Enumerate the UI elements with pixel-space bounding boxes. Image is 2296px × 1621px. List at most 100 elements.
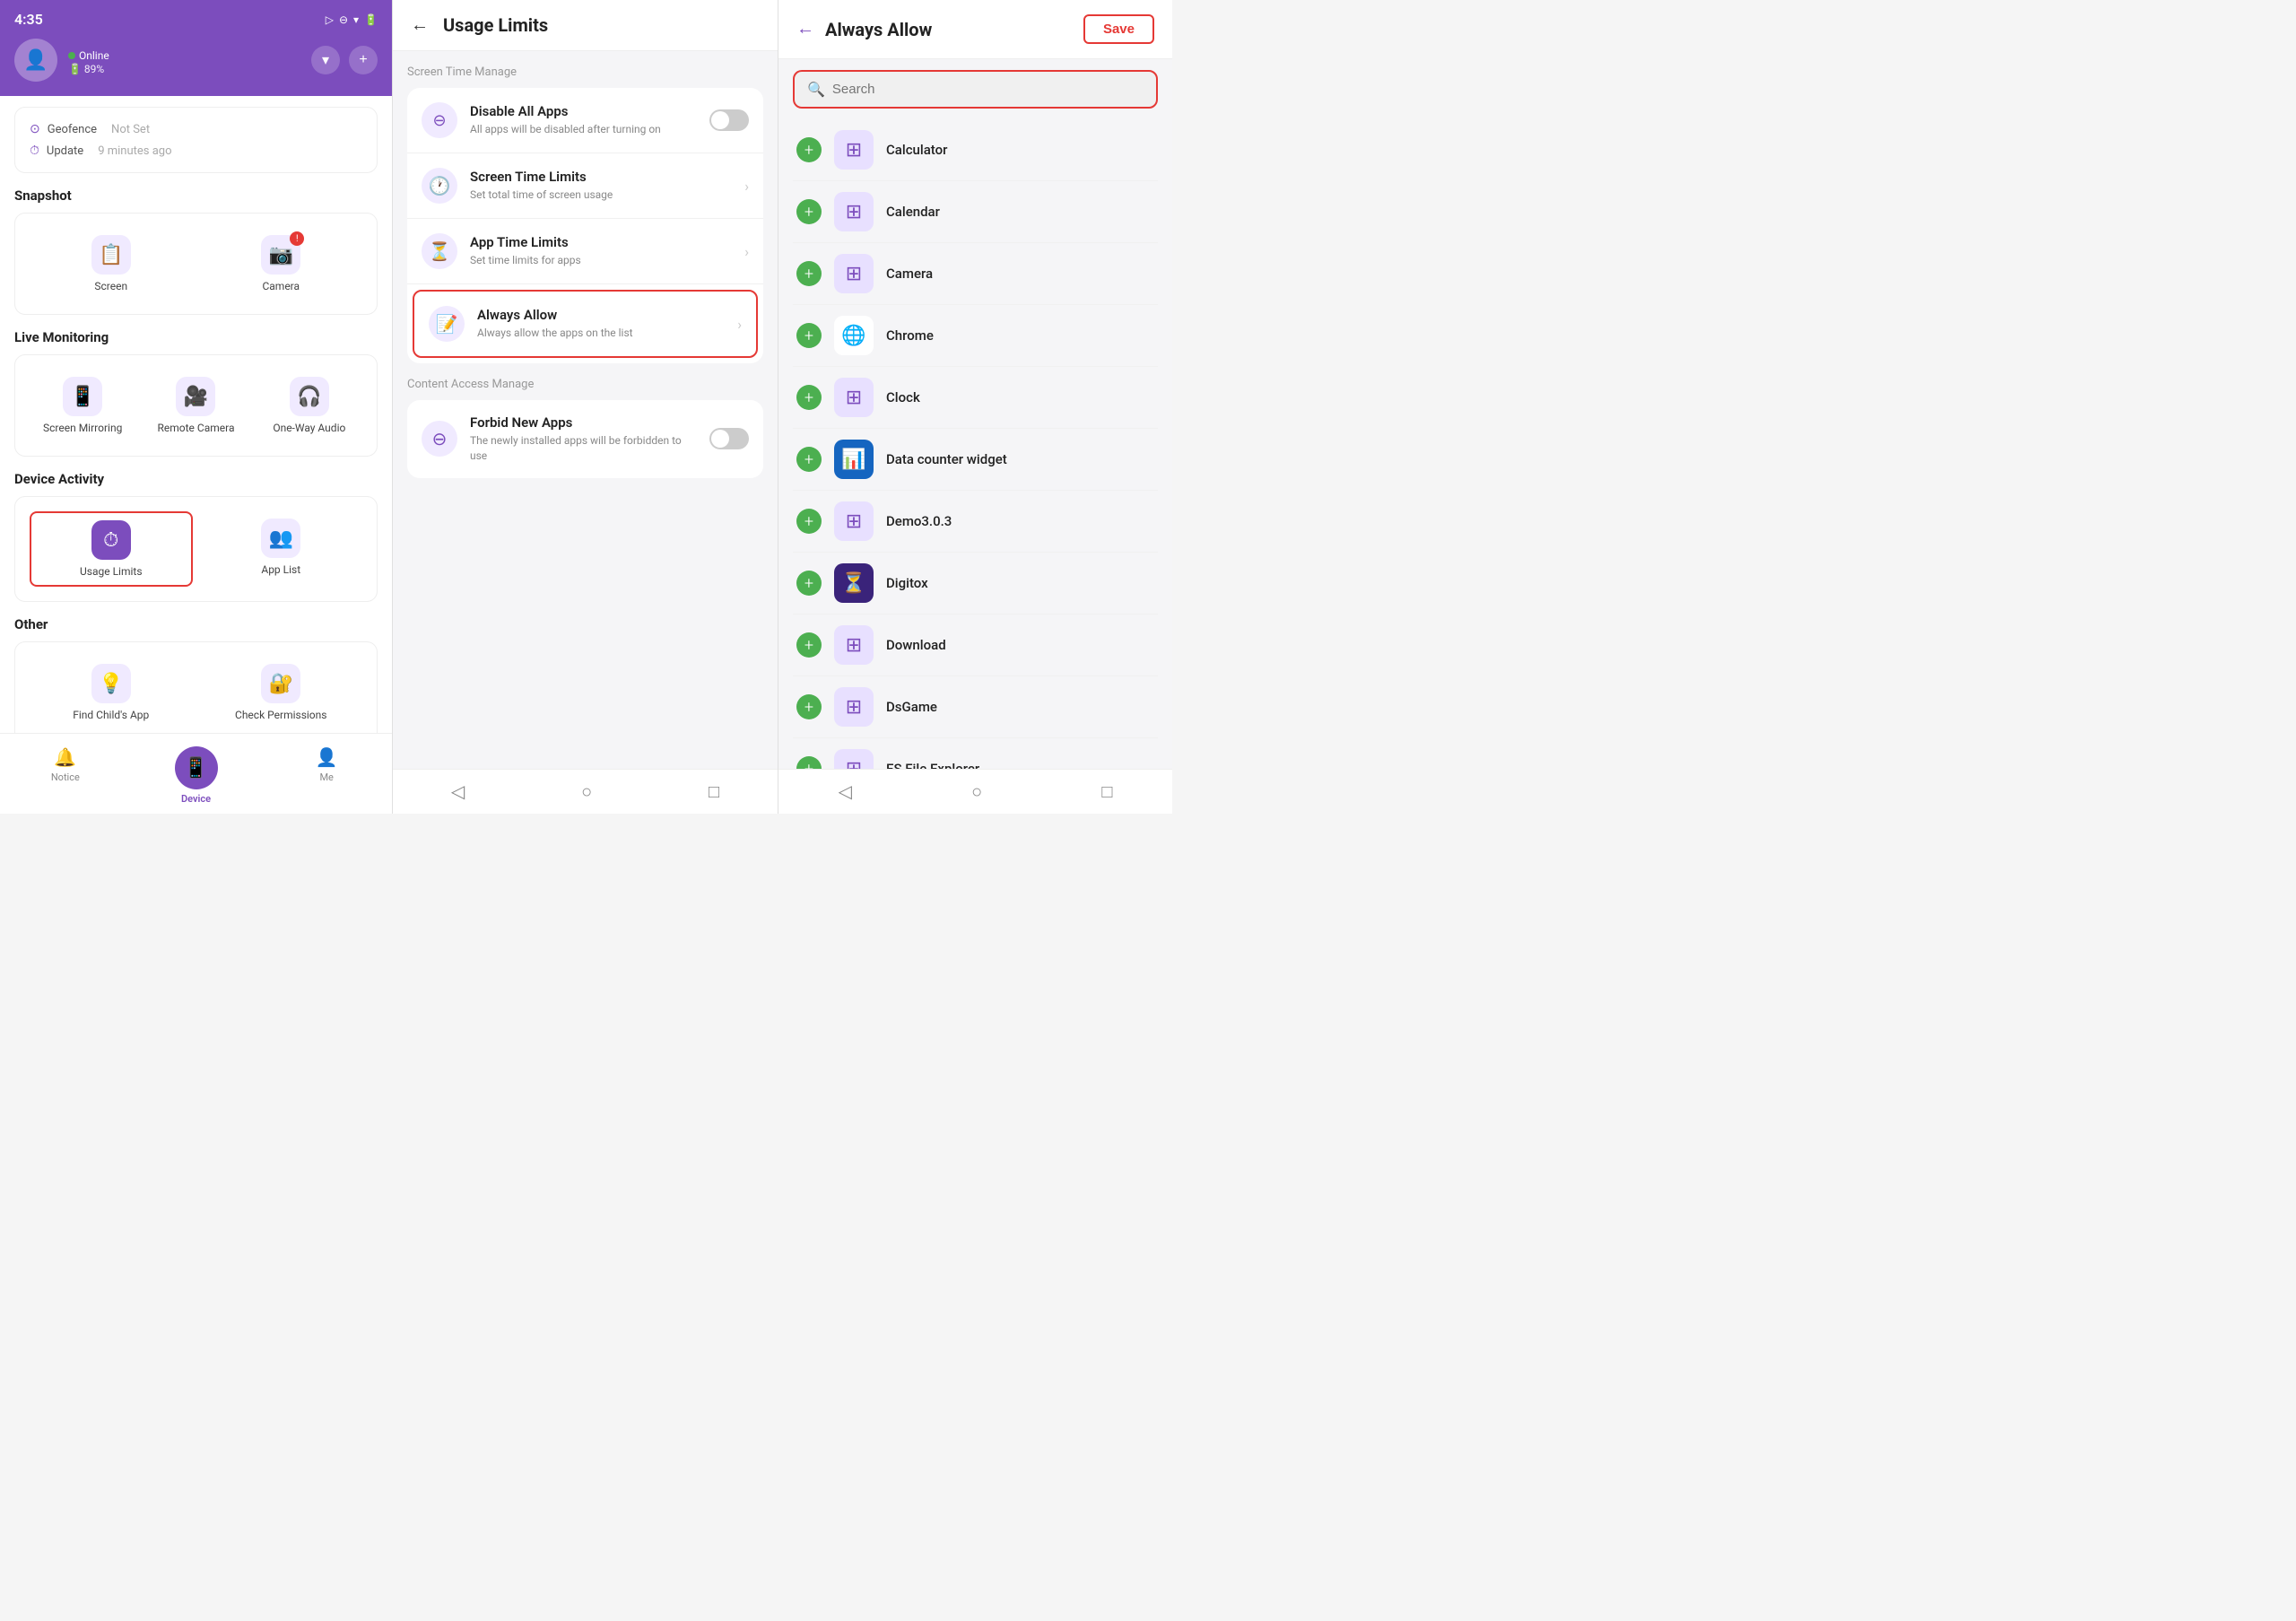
add-app-btn[interactable]: + — [796, 261, 822, 286]
app-name-6: Demo3.0.3 — [886, 513, 952, 529]
snapshot-grid: 📋 Screen 📷 ! Camera — [30, 228, 362, 300]
add-app-btn[interactable]: + — [796, 323, 822, 348]
always-allow-desc: Always allow the apps on the list — [477, 326, 725, 341]
left-panel: 4:35 ▷ ⊖ ▾ 🔋 👤 Online 🔋 89% — [0, 0, 392, 814]
app-item[interactable]: + 🌐 Chrome — [793, 305, 1158, 367]
app-icon-6: ⊞ — [834, 501, 874, 541]
device-label: Device — [181, 793, 211, 805]
right-header: ← Always Allow Save — [778, 0, 1172, 59]
always-allow-name: Always Allow — [477, 307, 725, 323]
geofence-row: ⊙ Geofence Not Set — [30, 118, 362, 140]
middle-back-btn[interactable]: ← — [411, 15, 429, 36]
update-row: ⏱ Update 9 minutes ago — [30, 140, 362, 161]
app-time-limits-name: App Time Limits — [470, 234, 732, 250]
add-app-btn[interactable]: + — [796, 447, 822, 472]
profile-info: Online 🔋 89% — [68, 46, 300, 75]
app-list-icon-wrap: 👥 — [261, 519, 300, 558]
status-time: 4:35 — [14, 11, 43, 28]
camera-icon: 📷 — [269, 244, 293, 266]
screen-mirroring[interactable]: 📱 Screen Mirroring — [30, 370, 135, 441]
always-allow-text: Always Allow Always allow the apps on th… — [477, 307, 725, 341]
app-item[interactable]: + ⊞ ES File Explorer — [793, 738, 1158, 769]
remote-camera-icon: 🎥 — [184, 386, 208, 408]
middle-back-nav[interactable]: ◁ — [451, 780, 465, 803]
app-icon-0: ⊞ — [834, 130, 874, 170]
content-access-manage-card: ⊖ Forbid New Apps The newly installed ap… — [407, 400, 763, 478]
right-back-btn[interactable]: ← — [796, 19, 814, 39]
screen-time-limits-icon: 🕐 — [429, 175, 451, 196]
nav-notice[interactable]: 🔔 Notice — [0, 741, 131, 810]
one-way-audio-icon-wrap: 🎧 — [290, 377, 329, 416]
other-card: 💡 Find Child's App 🔐 Check Permissions — [14, 641, 378, 733]
app-item[interactable]: + ⊞ Calendar — [793, 181, 1158, 243]
app-name-3: Chrome — [886, 327, 934, 344]
app-item[interactable]: + ⊞ Calculator — [793, 119, 1158, 181]
screen-time-manage-card: ⊖ Disable All Apps All apps will be disa… — [407, 88, 763, 363]
device-activity-card: ⏱ Usage Limits 👥 App List — [14, 496, 378, 602]
add-app-btn[interactable]: + — [796, 756, 822, 769]
forbid-new-apps-item[interactable]: ⊖ Forbid New Apps The newly installed ap… — [407, 400, 763, 478]
usage-limits-item[interactable]: ⏱ Usage Limits — [30, 511, 193, 587]
forbid-new-apps-toggle[interactable] — [709, 428, 749, 449]
add-app-btn[interactable]: + — [796, 137, 822, 162]
add-app-btn[interactable]: + — [796, 509, 822, 534]
geofence-icon: ⊙ — [30, 122, 40, 136]
screen-icon: 📋 — [99, 244, 123, 266]
app-list-item[interactable]: 👥 App List — [200, 511, 363, 587]
right-home-nav[interactable]: ○ — [971, 780, 982, 803]
middle-recents-nav[interactable]: □ — [709, 780, 719, 803]
app-item[interactable]: + 📊 Data counter widget — [793, 429, 1158, 491]
search-icon: 🔍 — [807, 81, 825, 98]
one-way-audio[interactable]: 🎧 One-Way Audio — [257, 370, 362, 441]
forbid-new-apps-name: Forbid New Apps — [470, 414, 697, 431]
add-app-btn[interactable]: + — [796, 571, 822, 596]
play-icon: ▷ — [326, 13, 334, 26]
add-app-btn[interactable]: + — [796, 199, 822, 224]
app-name-9: DsGame — [886, 699, 937, 715]
add-btn[interactable]: + — [349, 46, 378, 74]
screen-time-limits-item[interactable]: 🕐 Screen Time Limits Set total time of s… — [407, 153, 763, 219]
nav-me[interactable]: 👤 Me — [261, 741, 392, 810]
right-recents-nav[interactable]: □ — [1101, 780, 1112, 803]
left-header: 4:35 ▷ ⊖ ▾ 🔋 👤 Online 🔋 89% — [0, 0, 392, 96]
app-item[interactable]: + ⊞ Clock — [793, 367, 1158, 429]
search-input[interactable] — [832, 82, 1144, 97]
find-childs-app-icon-wrap: 💡 — [91, 664, 131, 703]
check-permissions[interactable]: 🔐 Check Permissions — [200, 657, 363, 728]
right-back-nav[interactable]: ◁ — [839, 780, 852, 803]
add-app-btn[interactable]: + — [796, 694, 822, 719]
one-way-audio-icon: 🎧 — [297, 386, 321, 408]
dropdown-btn[interactable]: ▾ — [311, 46, 340, 74]
app-icon-9: ⊞ — [834, 687, 874, 727]
device-icon: 📱 — [184, 757, 208, 780]
check-permissions-icon: 🔐 — [269, 673, 293, 695]
always-allow-item[interactable]: 📝 Always Allow Always allow the apps on … — [413, 290, 758, 358]
app-list: + ⊞ Calculator + ⊞ Calendar + ⊞ Camera +… — [778, 119, 1172, 769]
app-time-limits-item[interactable]: ⏳ App Time Limits Set time limits for ap… — [407, 219, 763, 284]
online-label: Online — [79, 49, 109, 62]
avatar-icon: 👤 — [23, 49, 48, 72]
disable-all-apps-name: Disable All Apps — [470, 103, 697, 119]
app-item[interactable]: + ⊞ Demo3.0.3 — [793, 491, 1158, 553]
disable-all-apps-item[interactable]: ⊖ Disable All Apps All apps will be disa… — [407, 88, 763, 153]
save-button[interactable]: Save — [1083, 14, 1154, 44]
middle-home-nav[interactable]: ○ — [581, 780, 592, 803]
add-app-btn[interactable]: + — [796, 385, 822, 410]
snapshot-screen[interactable]: 📋 Screen — [30, 228, 193, 300]
geofence-label: Geofence — [48, 123, 97, 136]
disable-all-apps-toggle[interactable] — [709, 109, 749, 131]
find-childs-app[interactable]: 💡 Find Child's App — [30, 657, 193, 728]
app-item[interactable]: + ⊞ Download — [793, 614, 1158, 676]
usage-limits-icon-wrap: ⏱ — [91, 520, 131, 560]
middle-panel: ← Usage Limits Screen Time Manage ⊖ Disa… — [392, 0, 778, 814]
app-item[interactable]: + ⊞ DsGame — [793, 676, 1158, 738]
app-item[interactable]: + ⏳ Digitox — [793, 553, 1158, 614]
add-app-btn[interactable]: + — [796, 632, 822, 658]
snapshot-camera[interactable]: 📷 ! Camera — [200, 228, 363, 300]
nav-device[interactable]: 📱 Device — [131, 741, 262, 810]
app-item[interactable]: + ⊞ Camera — [793, 243, 1158, 305]
remote-camera[interactable]: 🎥 Remote Camera — [143, 370, 248, 441]
status-bar: 4:35 ▷ ⊖ ▾ 🔋 — [14, 11, 378, 28]
status-icons: ▷ ⊖ ▾ 🔋 — [326, 13, 378, 26]
app-time-limits-icon-wrap: ⏳ — [422, 233, 457, 269]
